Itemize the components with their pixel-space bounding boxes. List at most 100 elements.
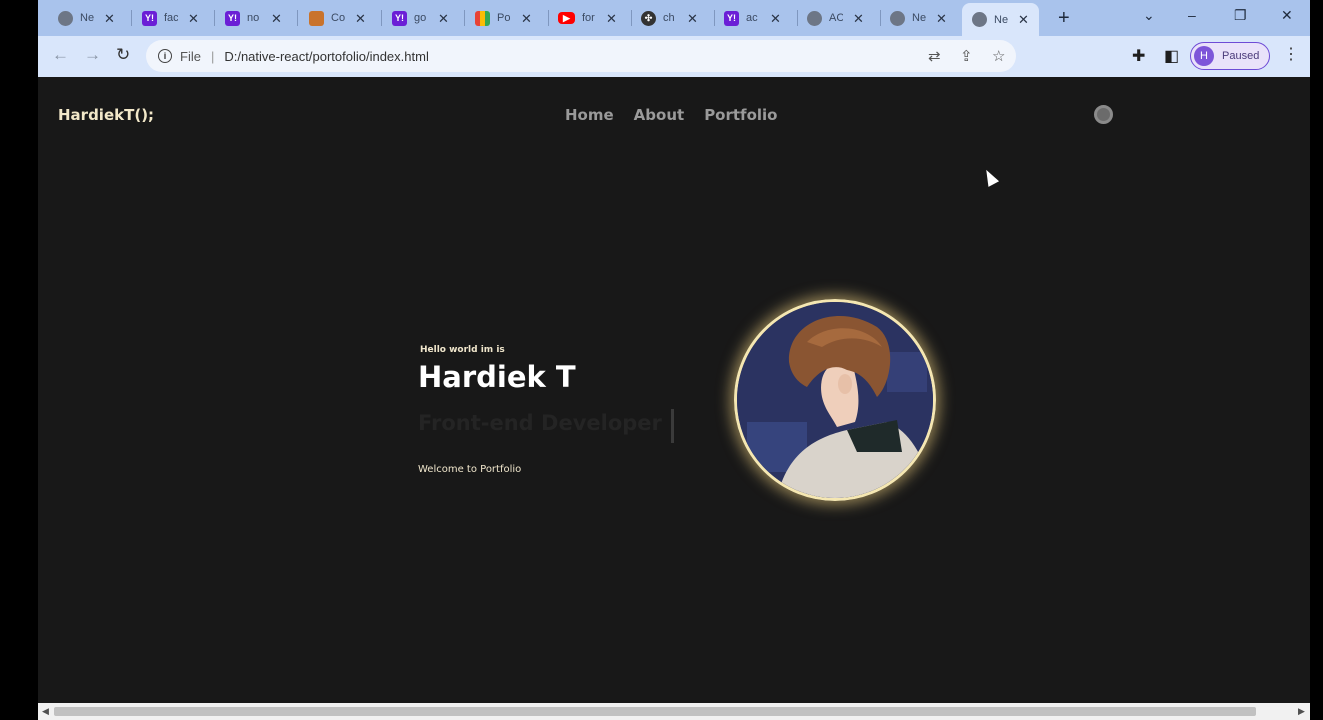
restore-button[interactable]: ❐	[1234, 7, 1247, 24]
tab-7[interactable]: ▶ for ✕	[558, 5, 617, 31]
close-icon[interactable]: ✕	[521, 12, 532, 25]
tab-label: Ne	[80, 12, 94, 24]
reload-button[interactable]: ↻	[116, 45, 130, 65]
yahoo-icon: Y!	[724, 10, 739, 26]
hero-greeting: Hello world im is	[420, 345, 505, 355]
forward-button[interactable]: →	[84, 45, 101, 65]
tab-8[interactable]: ✣ ch ✕	[641, 5, 698, 31]
tab-2[interactable]: Y! fac ✕	[142, 5, 199, 31]
tab-3[interactable]: Y! no ✕	[225, 5, 282, 31]
tab-6[interactable]: Po ✕	[475, 5, 532, 31]
tab-label: go	[414, 12, 427, 24]
openai-icon: ✣	[641, 10, 656, 26]
tab-4[interactable]: Col ✕	[309, 5, 366, 31]
typing-caret	[671, 409, 674, 443]
close-icon[interactable]: ✕	[355, 12, 366, 25]
scrollbar-thumb[interactable]	[54, 707, 1256, 716]
tab-1[interactable]: Ne ✕	[58, 5, 115, 31]
tab-label: fac	[164, 12, 178, 24]
globe-icon	[890, 10, 905, 26]
profile-portrait	[734, 299, 936, 501]
close-icon[interactable]: ✕	[687, 12, 698, 25]
tab-label: Ne	[994, 13, 1008, 26]
tab-separator	[131, 10, 132, 26]
tab-10[interactable]: AC ✕	[807, 5, 864, 31]
tab-separator	[297, 10, 298, 26]
profile-status: Paused	[1222, 50, 1260, 62]
site-nav: Home About Portfolio	[565, 106, 777, 124]
tab-separator	[631, 10, 632, 26]
tab-search-icon[interactable]: ⌄	[1143, 7, 1155, 24]
close-icon[interactable]: ✕	[606, 12, 617, 25]
tab-5[interactable]: Y! go ✕	[392, 5, 449, 31]
cup-icon	[309, 10, 324, 26]
tab-label: no	[247, 12, 260, 24]
close-icon[interactable]: ✕	[438, 12, 449, 25]
browser-window: Ne ✕ Y! fac ✕ Y! no ✕ Col ✕ Y! go ✕	[38, 0, 1310, 720]
translate-icon[interactable]: ⇄	[928, 47, 941, 65]
side-panel-icon[interactable]: ◧	[1164, 46, 1179, 66]
tab-label: ac	[746, 12, 758, 24]
back-button[interactable]: ←	[52, 45, 69, 65]
globe-icon	[58, 10, 73, 26]
address-bar[interactable]: i File | D:/native-react/portofolio/inde…	[146, 40, 1016, 72]
profile-button[interactable]: H Paused	[1190, 42, 1270, 70]
tab-label: AC	[829, 12, 843, 24]
close-icon[interactable]: ✕	[188, 12, 199, 25]
globe-icon	[807, 10, 822, 26]
url-scheme: File	[180, 48, 201, 64]
tab-separator	[797, 10, 798, 26]
scroll-left-arrow-icon[interactable]: ◀	[42, 706, 49, 717]
hero-name: Hardiek T	[418, 360, 576, 394]
portrait-illustration	[737, 302, 933, 498]
tab-strip: Ne ✕ Y! fac ✕ Y! no ✕ Col ✕ Y! go ✕	[38, 0, 1310, 36]
tab-separator	[714, 10, 715, 26]
tab-label: Col	[331, 12, 345, 24]
theme-toggle-icon[interactable]	[1094, 105, 1113, 124]
more-menu-icon[interactable]: ⋮	[1283, 44, 1299, 64]
hero-role: Front-end Developer	[418, 411, 662, 435]
yahoo-icon: Y!	[142, 10, 157, 26]
tab-separator	[381, 10, 382, 26]
tab-label: Po	[497, 12, 511, 24]
globe-icon	[972, 12, 987, 27]
portfolio-page: HardiekT(); Home About Portfolio Hello w…	[38, 77, 1310, 703]
photos-icon	[475, 10, 490, 26]
close-icon[interactable]: ✕	[770, 12, 781, 25]
yahoo-icon: Y!	[225, 10, 240, 26]
nav-portfolio[interactable]: Portfolio	[704, 106, 777, 124]
close-icon[interactable]: ✕	[271, 12, 282, 25]
scroll-right-arrow-icon[interactable]: ▶	[1298, 706, 1305, 717]
tab-separator	[548, 10, 549, 26]
minimize-button[interactable]: –	[1188, 7, 1196, 23]
new-tab-button[interactable]: +	[1058, 7, 1070, 30]
bookmark-star-icon[interactable]: ☆	[992, 47, 1005, 65]
tab-12-active[interactable]: Ne ✕	[962, 3, 1039, 36]
mouse-cursor-icon	[980, 167, 1000, 187]
tab-label: Ne	[912, 12, 926, 24]
nav-about[interactable]: About	[634, 106, 685, 124]
close-icon[interactable]: ✕	[853, 12, 864, 25]
url-text[interactable]: D:/native-react/portofolio/index.html	[224, 49, 428, 64]
close-icon[interactable]: ✕	[1018, 13, 1029, 26]
hero-welcome: Welcome to Portfolio	[418, 464, 522, 475]
tab-separator	[464, 10, 465, 26]
nav-home[interactable]: Home	[565, 106, 614, 124]
avatar: H	[1194, 46, 1214, 66]
share-icon[interactable]: ⇪	[960, 47, 973, 65]
tab-label: ch	[663, 12, 675, 24]
horizontal-scrollbar[interactable]: ◀ ▶	[38, 703, 1310, 720]
youtube-icon: ▶	[558, 12, 575, 24]
close-icon[interactable]: ✕	[104, 12, 115, 25]
yahoo-icon: Y!	[392, 10, 407, 26]
tab-separator	[880, 10, 881, 26]
tab-separator	[214, 10, 215, 26]
site-logo[interactable]: HardiekT();	[58, 106, 154, 124]
tab-9[interactable]: Y! ac ✕	[724, 5, 781, 31]
extensions-icon[interactable]: ✚	[1132, 46, 1145, 66]
tab-11[interactable]: Ne ✕	[890, 5, 947, 31]
close-icon[interactable]: ✕	[936, 12, 947, 25]
browser-toolbar: ← → ↻ i File | D:/native-react/portofoli…	[38, 36, 1310, 77]
close-window-button[interactable]: ✕	[1281, 7, 1293, 24]
info-icon[interactable]: i	[158, 49, 172, 63]
